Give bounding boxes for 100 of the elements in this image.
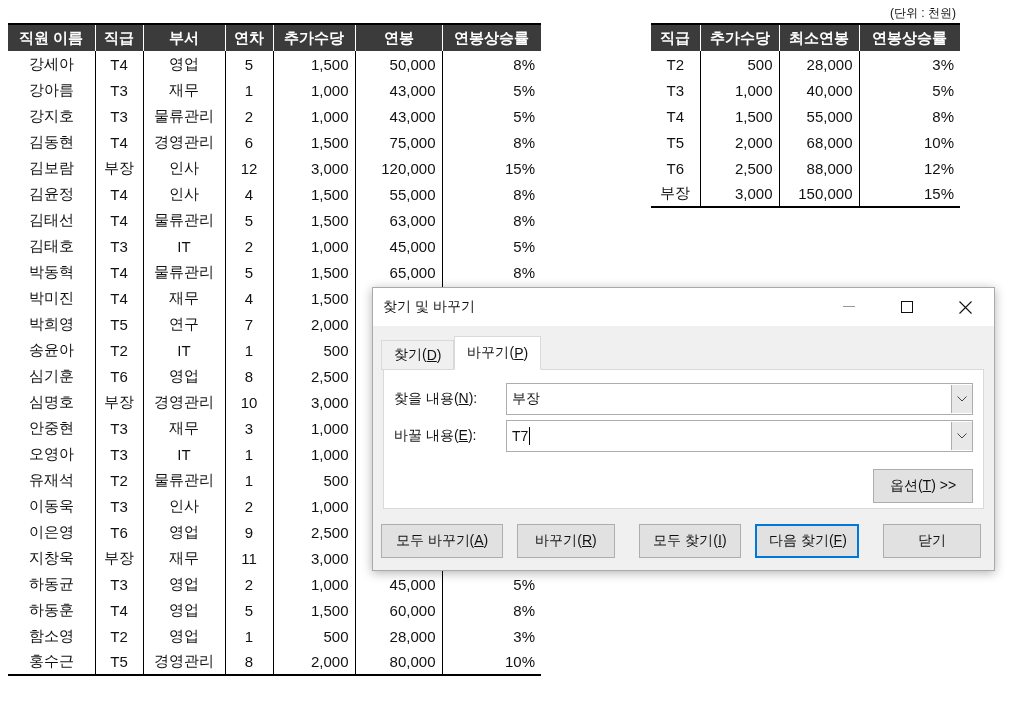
- table-cell: 8: [225, 363, 273, 389]
- table-cell: 연구: [143, 311, 225, 337]
- column-header: 연봉: [355, 24, 442, 51]
- table-cell: T3: [95, 441, 143, 467]
- table-cell: IT: [143, 337, 225, 363]
- close-icon[interactable]: [958, 300, 972, 314]
- table-cell: 강지호: [8, 103, 95, 129]
- table-cell: 인사: [143, 493, 225, 519]
- chevron-down-icon[interactable]: [957, 433, 967, 439]
- table-cell: 1,500: [273, 285, 355, 311]
- table-cell: 8%: [442, 51, 541, 77]
- table-cell: 5: [225, 207, 273, 233]
- minimize-icon[interactable]: [843, 306, 855, 308]
- dialog-button[interactable]: 바꾸기(R): [517, 524, 615, 558]
- table-cell: 4: [225, 285, 273, 311]
- table-cell: 1,000: [700, 77, 779, 103]
- column-header: 연봉상승률: [442, 24, 541, 51]
- table-cell: 6: [225, 129, 273, 155]
- table-cell: 경영관리: [143, 129, 225, 155]
- dialog-button[interactable]: 닫기: [883, 524, 981, 558]
- table-cell: IT: [143, 233, 225, 259]
- table-cell: 물류관리: [143, 259, 225, 285]
- table-cell: 경영관리: [143, 389, 225, 415]
- column-header: 연봉상승률: [859, 24, 960, 51]
- table-cell: 하동균: [8, 571, 95, 597]
- column-header: 부서: [143, 24, 225, 51]
- table-cell: T5: [651, 129, 700, 155]
- tab[interactable]: 바꾸기(P): [454, 336, 542, 370]
- table-cell: T4: [651, 103, 700, 129]
- table-cell: 5: [225, 51, 273, 77]
- table-cell: 1,500: [273, 51, 355, 77]
- table-cell: 1,000: [273, 415, 355, 441]
- table-cell: 5%: [442, 77, 541, 103]
- unit-note: (단위 : 천원): [889, 5, 957, 22]
- table-cell: 김윤정: [8, 181, 95, 207]
- table-cell: 12%: [859, 155, 960, 181]
- table-cell: 재무: [143, 545, 225, 571]
- column-header: 추가수당: [273, 24, 355, 51]
- table-cell: 2,000: [273, 311, 355, 337]
- table-cell: 박미진: [8, 285, 95, 311]
- table-cell: 1,500: [273, 597, 355, 623]
- table-cell: 김동현: [8, 129, 95, 155]
- tab[interactable]: 찾기(D): [381, 340, 455, 370]
- table-cell: 28,000: [779, 51, 859, 77]
- dialog-title: 찾기 및 바꾸기: [383, 298, 476, 316]
- table-cell: 8%: [442, 207, 541, 233]
- table-cell: 1: [225, 623, 273, 649]
- table-cell: 88,000: [779, 155, 859, 181]
- table-cell: 물류관리: [143, 103, 225, 129]
- table-cell: 1: [225, 441, 273, 467]
- combo-field[interactable]: 부장: [506, 383, 973, 415]
- table-cell: 3: [225, 415, 273, 441]
- table-cell: 물류관리: [143, 467, 225, 493]
- table-cell: 이동욱: [8, 493, 95, 519]
- table-cell: 2: [225, 233, 273, 259]
- table-cell: T4: [95, 285, 143, 311]
- table-cell: 4: [225, 181, 273, 207]
- table-cell: 1,500: [273, 207, 355, 233]
- table-cell: 3%: [859, 51, 960, 77]
- table-cell: 3%: [442, 623, 541, 649]
- table-cell: 65,000: [355, 259, 442, 285]
- table-cell: 김태호: [8, 233, 95, 259]
- table-cell: 10%: [442, 649, 541, 675]
- table-cell: 43,000: [355, 103, 442, 129]
- maximize-icon[interactable]: [901, 301, 913, 313]
- field-label: 찾을 내용(N):: [394, 390, 479, 408]
- table-cell: 8%: [859, 103, 960, 129]
- options-button[interactable]: 옵션(T) >>: [873, 469, 973, 503]
- table-cell: 부장: [95, 155, 143, 181]
- table-cell: 68,000: [779, 129, 859, 155]
- table-cell: 2: [225, 571, 273, 597]
- combo-field[interactable]: T7: [506, 420, 973, 452]
- table-cell: 2,500: [700, 155, 779, 181]
- table-cell: 3,000: [700, 181, 779, 207]
- table-cell: 박동혁: [8, 259, 95, 285]
- table-cell: T3: [95, 493, 143, 519]
- chevron-down-icon[interactable]: [957, 396, 967, 402]
- field-label: 바꿀 내용(E):: [394, 427, 478, 445]
- table-cell: T4: [95, 129, 143, 155]
- table-cell: 3,000: [273, 389, 355, 415]
- table-cell: 영업: [143, 571, 225, 597]
- column-header: 직급: [95, 24, 143, 51]
- dialog-button[interactable]: 다음 찾기(F): [755, 524, 859, 558]
- dialog-button[interactable]: 모두 바꾸기(A): [381, 524, 503, 558]
- table-cell: 하동훈: [8, 597, 95, 623]
- table-cell: 부장: [651, 181, 700, 207]
- table-cell: 1: [225, 337, 273, 363]
- table-cell: 영업: [143, 597, 225, 623]
- table-cell: 홍수근: [8, 649, 95, 675]
- table-cell: 오영아: [8, 441, 95, 467]
- table-cell: 8%: [442, 597, 541, 623]
- table-cell: 500: [273, 623, 355, 649]
- table-cell: 8%: [442, 181, 541, 207]
- table-cell: 9: [225, 519, 273, 545]
- column-header: 직원 이름: [8, 24, 95, 51]
- table-cell: 지창욱: [8, 545, 95, 571]
- column-header: 직급: [651, 24, 700, 51]
- dialog-button[interactable]: 모두 찾기(I): [639, 524, 741, 558]
- table-cell: 재무: [143, 415, 225, 441]
- table-cell: 8%: [442, 129, 541, 155]
